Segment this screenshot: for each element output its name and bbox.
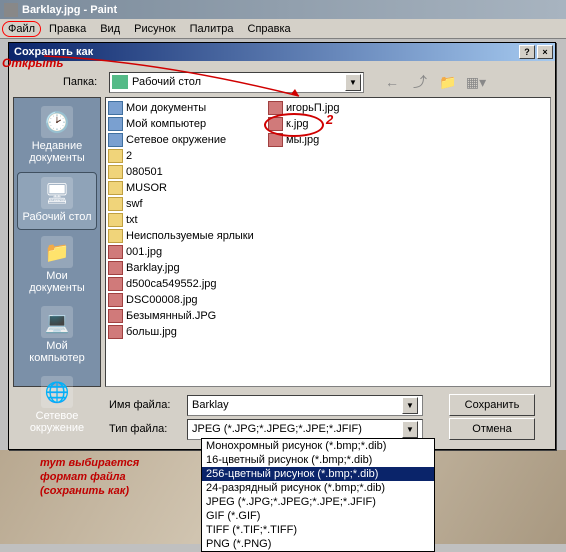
list-item[interactable]: Безымянный.JPG [108,308,264,324]
list-item[interactable]: MUSOR [108,180,264,196]
sidebar-item-network[interactable]: 🌐Сетевое окружение [17,372,97,440]
list-item[interactable]: DSC00008.jpg [108,292,264,308]
filetype-option[interactable]: 16-цветный рисунок (*.bmp;*.dib) [202,453,434,467]
folder-icon [108,101,123,115]
menubar: Файл Правка Вид Рисунок Палитра Справка [0,19,566,39]
menu-edit[interactable]: Правка [43,21,92,37]
list-item[interactable]: к.jpg [268,116,424,132]
filetype-option[interactable]: Монохромный рисунок (*.bmp;*.dib) [202,439,434,453]
places-sidebar: 🕑Недавние документы 🖥Рабочий стол 📁Мои д… [13,97,101,387]
filetype-combo[interactable]: JPEG (*.JPG;*.JPEG;*.JPE;*.JFIF) ▼ [187,419,423,440]
list-item[interactable]: d500ca549552.jpg [108,276,264,292]
save-button[interactable]: Сохранить [449,394,535,416]
app-title: Barklay.jpg - Paint [22,4,117,16]
annotation-2: 2 [326,112,333,127]
menu-image[interactable]: Рисунок [128,21,182,37]
up-icon[interactable]: ⤴ [410,72,430,92]
filetype-label: Тип файла: [109,423,181,435]
chevron-down-icon[interactable]: ▼ [345,74,361,91]
image-file-icon [108,245,123,259]
image-file-icon [108,277,123,291]
dialog-close-button[interactable]: × [537,45,553,59]
desktop-icon: 🖥 [41,177,73,209]
dialog-title: Сохранить как [11,46,517,58]
folder-label: Папка: [63,76,103,88]
app-titlebar: Barklay.jpg - Paint [0,0,566,19]
image-file-icon [108,261,123,275]
chevron-down-icon[interactable]: ▼ [402,397,418,414]
folder-icon [108,229,123,243]
list-item[interactable]: Мои документы [108,100,264,116]
filetype-option[interactable]: 256-цветный рисунок (*.bmp;*.dib) [202,467,434,481]
sidebar-item-desktop[interactable]: 🖥Рабочий стол [17,172,97,230]
file-list[interactable]: Мои документыМой компьютерСетевое окруже… [105,97,551,387]
filetype-option[interactable]: GIF (*.GIF) [202,509,434,523]
annotation-open: Открыть [2,56,63,70]
sidebar-item-mydocs[interactable]: 📁Мои документы [17,232,97,300]
list-item[interactable]: Сетевое окружение [108,132,264,148]
folder-icon [108,165,123,179]
image-file-icon [268,101,283,115]
recent-icon: 🕑 [41,106,73,138]
folder-icon [108,117,123,131]
back-icon[interactable]: ← [382,72,402,92]
chevron-down-icon[interactable]: ▼ [402,421,418,438]
list-item[interactable]: swf [108,196,264,212]
folder-icon [108,133,123,147]
image-file-icon [268,117,283,131]
image-file-icon [108,293,123,307]
list-item[interactable]: txt [108,212,264,228]
dialog-help-button[interactable]: ? [519,45,535,59]
folder-icon [108,213,123,227]
folder-combo[interactable]: Рабочий стол ▼ [109,72,364,93]
folder-icon [108,149,123,163]
list-item[interactable]: 2 [108,148,264,164]
list-item[interactable]: больш.jpg [108,324,264,340]
filename-input[interactable]: Barklay ▼ [187,395,423,416]
dialog-titlebar: Сохранить как ? × [9,43,555,61]
menu-palette[interactable]: Палитра [184,21,240,37]
filetype-dropdown[interactable]: Монохромный рисунок (*.bmp;*.dib)16-цвет… [201,438,435,552]
network-icon: 🌐 [41,376,73,408]
menu-help[interactable]: Справка [242,21,297,37]
menu-view[interactable]: Вид [94,21,126,37]
sidebar-item-mycomputer[interactable]: 💻Мой компьютер [17,302,97,370]
computer-icon: 💻 [41,306,73,338]
sidebar-item-recent[interactable]: 🕑Недавние документы [17,102,97,170]
annotation-bottom: тут выбирается формат файла (сохранить к… [40,456,139,498]
filetype-option[interactable]: JPEG (*.JPG;*.JPEG;*.JPE;*.JFIF) [202,495,434,509]
list-item[interactable]: Мой компьютер [108,116,264,132]
filename-label: Имя файла: [109,399,181,411]
list-item[interactable]: 080501 [108,164,264,180]
image-file-icon [108,309,123,323]
save-as-dialog: Сохранить как ? × Папка: Рабочий стол ▼ … [8,42,556,450]
image-file-icon [108,325,123,339]
folder-icon [108,197,123,211]
filetype-option[interactable]: 24-разрядный рисунок (*.bmp;*.dib) [202,481,434,495]
filetype-option[interactable]: TIFF (*.TIF;*.TIFF) [202,523,434,537]
list-item[interactable]: Неиспользуемые ярлыки [108,228,264,244]
new-folder-icon[interactable]: 📁 [438,72,458,92]
desktop-icon [112,75,128,89]
list-item[interactable]: 001.jpg [108,244,264,260]
app-icon [4,3,18,17]
menu-file[interactable]: Файл [2,21,41,37]
filetype-option[interactable]: PNG (*.PNG) [202,537,434,551]
folder-value: Рабочий стол [132,76,201,88]
list-item[interactable]: Barklay.jpg [108,260,264,276]
view-menu-icon[interactable]: ▦▾ [466,72,486,92]
folder-icon: 📁 [41,236,73,268]
folder-icon [108,181,123,195]
cancel-button[interactable]: Отмена [449,418,535,440]
